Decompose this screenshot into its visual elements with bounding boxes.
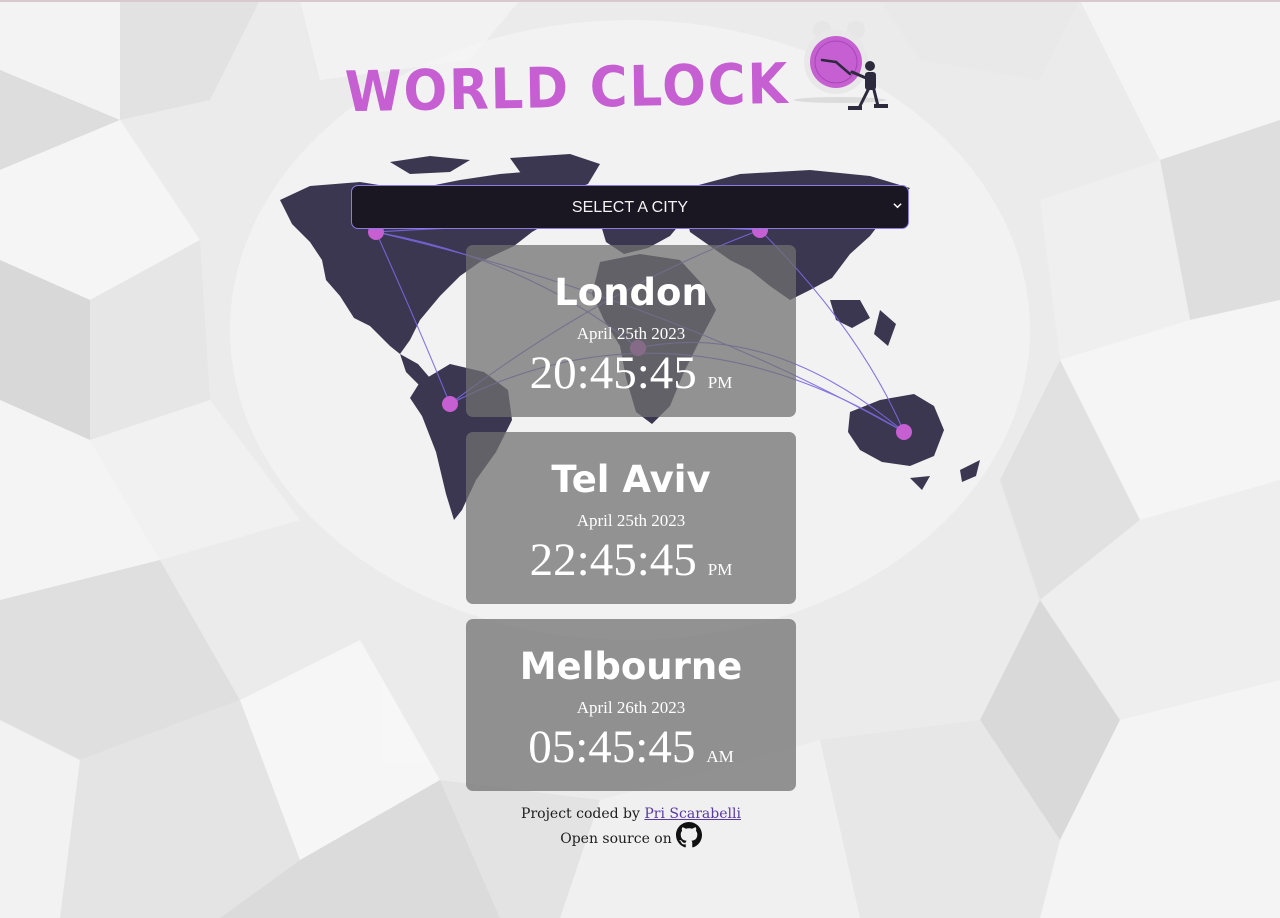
alarm-clock-illustration (794, 21, 888, 110)
top-border (0, 0, 1280, 2)
city-time: 20:45:45 PM (466, 342, 796, 404)
city-date: April 25th 2023 (576, 324, 686, 343)
time-ampm: PM (707, 373, 733, 392)
city-card-tel-aviv: Tel Aviv April 25th 2023 22:45:45 PM (466, 432, 796, 604)
city-name: Tel Aviv (551, 458, 711, 501)
time-ampm: AM (706, 747, 734, 766)
time-digits: 05:45:45 (528, 721, 696, 773)
city-select-wrapper: SELECT A CITY (351, 185, 909, 229)
city-time: 05:45:45 AM (466, 716, 796, 778)
city-date: April 25th 2023 (576, 511, 686, 530)
time-ampm: PM (707, 560, 733, 579)
footer-credit: Project coded by Pri Scarabelli (0, 806, 1262, 822)
city-card-london: London April 25th 2023 20:45:45 PM (466, 245, 796, 417)
github-link[interactable] (672, 822, 702, 848)
footer-open-source: Open source on (0, 822, 1262, 852)
city-date: April 26th 2023 (576, 698, 686, 717)
city-card-melbourne: Melbourne April 26th 2023 05:45:45 AM (466, 619, 796, 791)
city-name: Melbourne (519, 645, 743, 688)
author-link[interactable]: Pri Scarabelli (644, 806, 741, 822)
city-select[interactable]: SELECT A CITY (351, 185, 909, 229)
city-name: London (554, 271, 708, 314)
open-source-text: Open source on (560, 831, 672, 847)
footer-credit-prefix: Project coded by (521, 806, 640, 822)
time-digits: 22:45:45 (529, 534, 697, 586)
github-icon (675, 822, 702, 848)
time-digits: 20:45:45 (529, 347, 697, 399)
city-time: 22:45:45 PM (466, 529, 796, 591)
